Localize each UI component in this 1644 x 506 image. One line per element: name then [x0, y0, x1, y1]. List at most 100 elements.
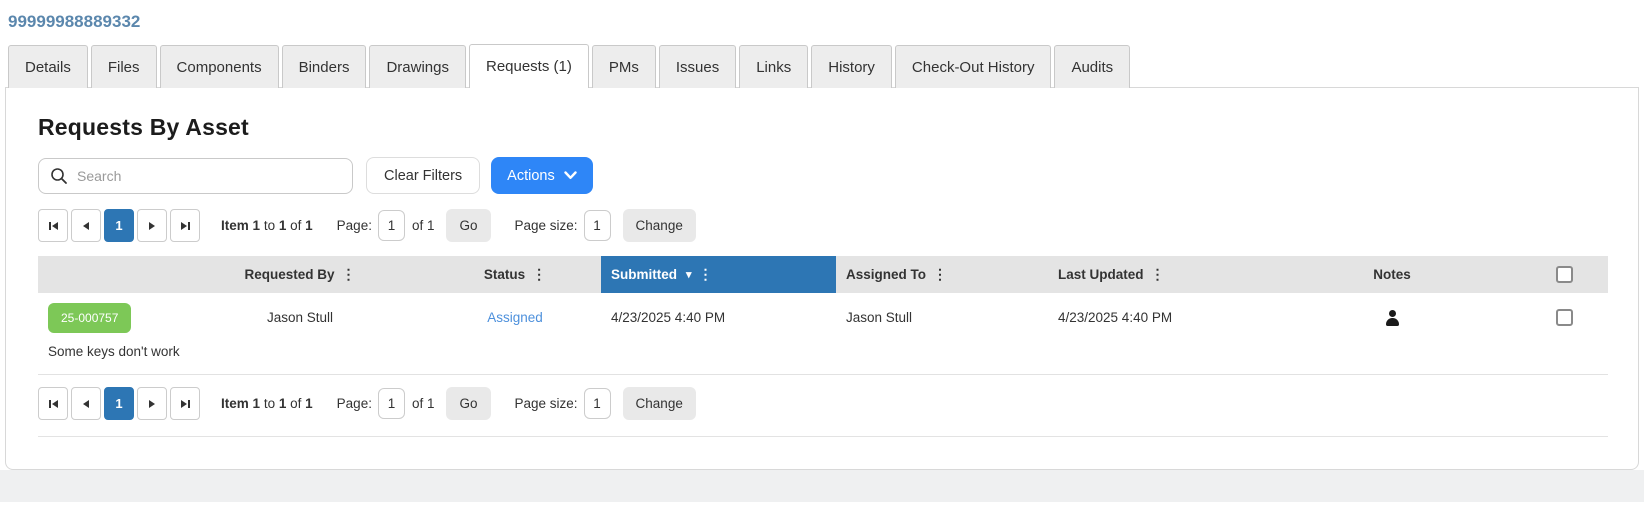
search-field-wrap [38, 157, 353, 194]
chevron-down-icon [564, 171, 577, 180]
last-updated-cell: 4/23/2025 4:40 PM [1058, 310, 1173, 325]
item-from: 1 [252, 396, 261, 411]
next-page-button[interactable] [137, 387, 167, 420]
of-word: of [290, 218, 302, 233]
column-menu-icon[interactable]: ⋮ [1151, 266, 1165, 283]
change-button[interactable]: Change [622, 387, 696, 420]
row-select-cell [1521, 309, 1608, 326]
last-page-button[interactable] [170, 209, 200, 242]
clear-filters-button[interactable]: Clear Filters [366, 157, 481, 194]
item-to: 1 [278, 396, 287, 411]
item-total: 1 [305, 396, 313, 411]
of-word: of [290, 396, 302, 411]
column-menu-icon[interactable]: ⋮ [532, 266, 546, 283]
column-header-last-updated[interactable]: Last Updated ⋮ [1048, 256, 1263, 293]
tab-audits[interactable]: Audits [1054, 45, 1131, 88]
column-menu-icon[interactable]: ⋮ [933, 266, 947, 283]
column-header-select [1521, 256, 1608, 293]
tab-binders[interactable]: Binders [281, 45, 367, 88]
item-to: 1 [278, 218, 287, 233]
person-icon[interactable] [1385, 309, 1400, 326]
toolbar: Clear Filters Actions [38, 157, 1608, 194]
page-size-label: Page size: [514, 218, 578, 233]
requests-table: Requested By ⋮ Status ⋮ Submitted ▾ ⋮ As… [38, 256, 1608, 375]
item-total: 1 [305, 218, 313, 233]
pagination-bottom: 1 Item 1 to 1 of 1 Page: of 1 Go Page si… [38, 387, 1608, 420]
request-id-badge[interactable]: 25-000757 [48, 302, 132, 333]
column-header-id [38, 256, 171, 293]
last-page-button[interactable] [170, 387, 200, 420]
column-header-status[interactable]: Status ⋮ [429, 256, 601, 293]
tab-files[interactable]: Files [90, 45, 157, 88]
next-page-button[interactable] [137, 209, 167, 242]
go-button[interactable]: Go [446, 209, 491, 242]
previous-page-button[interactable] [71, 387, 101, 420]
search-input[interactable] [38, 157, 353, 194]
column-header-label: Notes [1373, 267, 1411, 282]
actions-button[interactable]: Actions [491, 157, 593, 194]
table-row: 25-000757 Jason Stull Assigned 4/23/2025… [38, 293, 1608, 342]
previous-page-button[interactable] [71, 209, 101, 242]
actions-button-label: Actions [507, 167, 555, 184]
item-summary: Item 1 to 1 of 1 [221, 396, 313, 411]
item-from: 1 [252, 218, 261, 233]
status-cell: Assigned [429, 310, 601, 325]
item-summary: Item 1 to 1 of 1 [221, 218, 313, 233]
tab-history[interactable]: History [811, 45, 892, 88]
page-size-label: Page size: [514, 396, 578, 411]
pagination-top: 1 Item 1 to 1 of 1 Page: of 1 Go Page si… [38, 209, 1608, 242]
column-header-requested-by[interactable]: Requested By ⋮ [171, 256, 429, 293]
status-link[interactable]: Assigned [487, 310, 543, 325]
page-title: Requests By Asset [38, 114, 249, 140]
row-select-checkbox[interactable] [1556, 309, 1573, 326]
page-size-input[interactable] [583, 210, 611, 241]
go-button[interactable]: Go [446, 387, 491, 420]
column-menu-icon[interactable]: ⋮ [342, 266, 356, 283]
column-header-label: Requested By [244, 267, 335, 282]
page-of-label: of 1 [411, 396, 435, 411]
requests-panel: Requests By Asset Clear Filters Actions … [5, 87, 1639, 470]
tab-pms[interactable]: PMs [591, 45, 656, 88]
column-header-assigned-to[interactable]: Assigned To ⋮ [836, 256, 1048, 293]
column-header-label: Assigned To [846, 267, 927, 282]
request-id-cell: 25-000757 [38, 302, 171, 333]
requested-by-cell: Jason Stull [266, 310, 334, 325]
select-all-checkbox[interactable] [1556, 266, 1573, 283]
page-footer-band [0, 470, 1644, 502]
page-1-button[interactable]: 1 [104, 387, 134, 420]
tab-requests[interactable]: Requests (1) [468, 44, 589, 88]
page-number-input[interactable] [377, 388, 405, 419]
item-word: Item [221, 396, 249, 411]
page-1-button[interactable]: 1 [104, 209, 134, 242]
page-number-input[interactable] [377, 210, 405, 241]
first-page-button[interactable] [38, 387, 68, 420]
request-description: Some keys don't work [38, 342, 1608, 375]
column-header-submitted[interactable]: Submitted ▾ ⋮ [601, 256, 836, 293]
tab-issues[interactable]: Issues [658, 45, 737, 88]
table-header-row: Requested By ⋮ Status ⋮ Submitted ▾ ⋮ As… [38, 256, 1608, 293]
tab-drawings[interactable]: Drawings [369, 45, 466, 88]
tab-details[interactable]: Details [8, 45, 88, 88]
column-header-label: Submitted [611, 267, 677, 282]
tab-bar: Details Files Components Binders Drawing… [8, 44, 1639, 88]
change-button[interactable]: Change [622, 209, 696, 242]
page-label: Page: [336, 218, 372, 233]
tab-components[interactable]: Components [159, 45, 279, 88]
submitted-cell: 4/23/2025 4:40 PM [611, 310, 726, 325]
item-word: Item [221, 218, 249, 233]
asset-number-link[interactable]: 99999988889332 [8, 12, 140, 32]
first-page-button[interactable] [38, 209, 68, 242]
column-header-notes: Notes [1263, 256, 1521, 293]
column-header-label: Last Updated [1058, 267, 1144, 282]
assigned-to-cell: Jason Stull [846, 310, 913, 325]
column-header-label: Status [483, 267, 526, 282]
page-size-input[interactable] [583, 388, 611, 419]
tab-links[interactable]: Links [739, 45, 809, 88]
notes-cell [1263, 309, 1521, 326]
search-icon [50, 167, 68, 185]
to-word: to [263, 218, 276, 233]
page-label: Page: [336, 396, 372, 411]
to-word: to [263, 396, 276, 411]
tab-checkout-history[interactable]: Check-Out History [894, 45, 1052, 88]
column-menu-icon[interactable]: ⋮ [699, 266, 713, 283]
